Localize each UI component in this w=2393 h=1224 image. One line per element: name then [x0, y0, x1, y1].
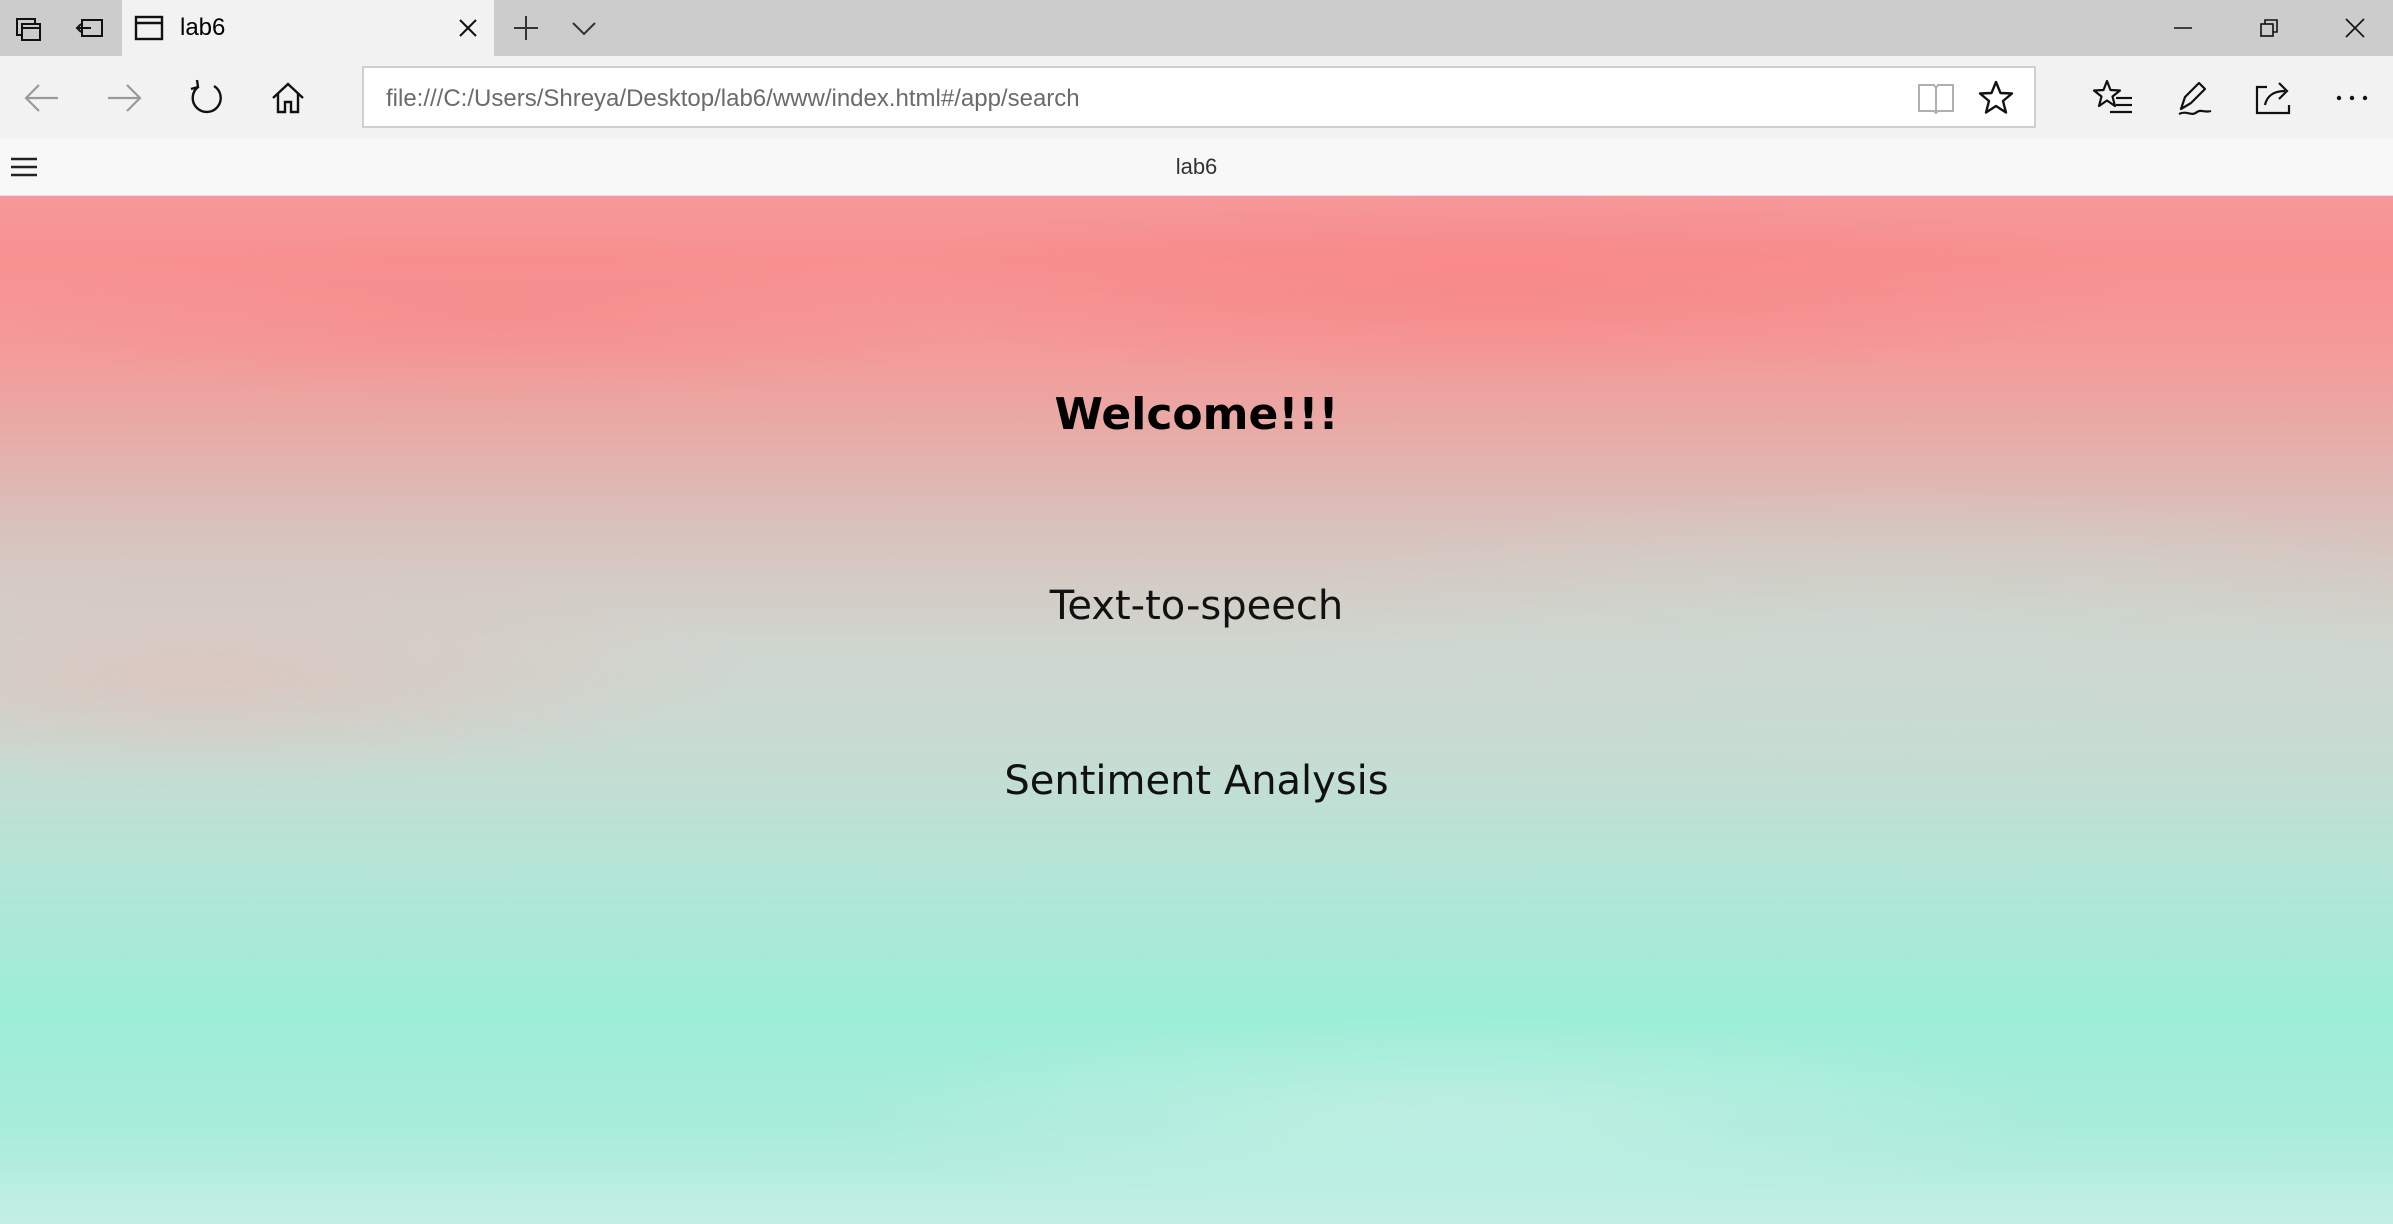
star-icon[interactable] — [1976, 78, 2016, 118]
favorites-hub-button[interactable] — [2085, 70, 2141, 126]
minimize-button[interactable] — [2140, 0, 2226, 56]
close-icon — [459, 19, 477, 37]
app-header: lab6 — [0, 138, 2393, 196]
close-tab-button[interactable] — [452, 12, 484, 44]
main-content: Welcome!!! Text-to-speech Sentiment Anal… — [0, 196, 2393, 1224]
restore-button[interactable] — [2226, 0, 2312, 56]
browser-toolbar: file:///C:/Users/Shreya/Desktop/lab6/www… — [0, 56, 2393, 138]
minimize-icon — [2174, 27, 2192, 29]
browser-window: lab6 file:///C:/Users/Shreya/Desktop/lab… — [0, 0, 2393, 1224]
text-to-speech-link[interactable]: Text-to-speech — [0, 582, 2393, 630]
tab-title: lab6 — [180, 14, 226, 41]
more-button[interactable] — [2324, 70, 2380, 126]
web-note-button[interactable] — [2166, 70, 2222, 126]
set-aside-tabs-button[interactable] — [68, 0, 112, 56]
back-button[interactable] — [14, 70, 70, 126]
tab-list-button[interactable] — [562, 0, 606, 56]
refresh-button[interactable] — [178, 70, 234, 126]
favorites-hub-icon — [2092, 79, 2132, 114]
pen-icon — [2178, 81, 2212, 116]
tab-preview-icon — [16, 18, 41, 41]
refresh-icon — [190, 79, 222, 114]
forward-arrow-icon — [108, 84, 142, 112]
welcome-heading: Welcome!!! — [1054, 389, 1339, 440]
chevron-down-icon — [572, 22, 596, 36]
app-title: lab6 — [1175, 154, 1218, 179]
url-text[interactable]: file:///C:/Users/Shreya/Desktop/lab6/www… — [386, 85, 1080, 113]
new-tab-button[interactable] — [504, 0, 548, 56]
reading-view-icon[interactable] — [1916, 78, 1956, 118]
address-bar[interactable]: file:///C:/Users/Shreya/Desktop/lab6/www… — [362, 66, 2036, 128]
set-aside-tabs-icon — [75, 19, 103, 37]
back-arrow-icon — [24, 84, 58, 112]
tab-preview-button[interactable] — [6, 0, 50, 56]
active-tab[interactable]: lab6 — [122, 0, 494, 56]
home-icon — [272, 82, 304, 114]
close-window-button[interactable] — [2312, 0, 2393, 56]
page-favicon-icon — [134, 14, 164, 47]
share-icon — [2255, 82, 2291, 115]
forward-button[interactable] — [96, 70, 152, 126]
home-button[interactable] — [260, 70, 316, 126]
share-button[interactable] — [2246, 70, 2302, 126]
sentiment-analysis-link[interactable]: Sentiment Analysis — [0, 757, 2393, 805]
restore-icon — [2260, 19, 2278, 37]
close-icon — [2345, 18, 2365, 38]
plus-icon — [514, 16, 538, 40]
more-icon — [2336, 95, 2368, 101]
tab-strip: lab6 — [0, 0, 2393, 56]
